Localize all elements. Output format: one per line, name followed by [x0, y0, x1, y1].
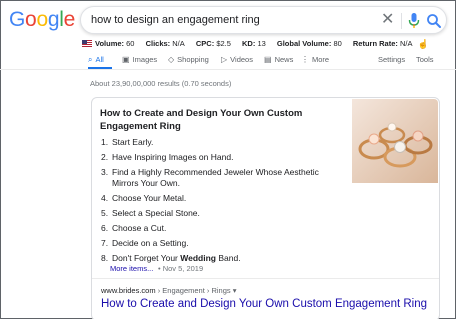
result-domain: www.brides.com: [101, 286, 156, 295]
step-text-post: Band.: [215, 253, 241, 263]
global-volume-value: 80: [333, 39, 342, 48]
step-number: 5.: [101, 208, 109, 218]
video-icon: ▷: [221, 55, 228, 64]
snippet-divider: [92, 278, 439, 279]
return-rate-value: N/A: [399, 39, 413, 48]
list-item: 2. Have Inspiring Images on Hand.: [101, 152, 341, 163]
step-number: 1.: [101, 137, 109, 147]
kd-value: 13: [257, 39, 266, 48]
cpc-label: CPC:: [195, 39, 215, 48]
more-items-link[interactable]: More items...: [110, 264, 153, 273]
cpc-value: $2.5: [216, 39, 231, 48]
pointer-hand-icon[interactable]: ☝: [418, 39, 429, 50]
step-number: 4.: [101, 193, 109, 203]
logo-letter: o: [36, 8, 48, 31]
step-number: 3.: [101, 167, 109, 177]
header-divider: [0, 69, 456, 70]
step-text: Decide on a Setting.: [112, 238, 189, 248]
tab-shopping[interactable]: ◇ Shopping: [168, 55, 209, 64]
step-number: 2.: [101, 152, 109, 162]
kd-metric: KD: 13: [242, 39, 266, 48]
engagement-rings-photo[interactable]: [352, 99, 438, 183]
snippet-date: • Nov 5, 2019: [158, 264, 204, 273]
clicks-label: Clicks:: [145, 39, 171, 48]
tab-news-label: News: [274, 55, 294, 64]
step-text-pre: Don't Forget Your: [112, 253, 181, 263]
tab-images[interactable]: ▣ Images: [122, 55, 157, 64]
snippet-steps-list: 1. Start Early. 2. Have Inspiring Images o…: [101, 137, 341, 268]
return-rate-metric: Return Rate: N/A: [353, 39, 413, 48]
step-number: 8.: [101, 253, 109, 263]
chevron-down-icon[interactable]: ▾: [233, 286, 237, 295]
return-rate-label: Return Rate:: [352, 39, 398, 48]
tab-videos-label: Videos: [230, 55, 253, 64]
step-text: Choose a Cut.: [112, 223, 167, 233]
kd-label: KD:: [242, 39, 256, 48]
clicks-value: N/A: [172, 39, 185, 48]
list-item: 4. Choose Your Metal.: [101, 193, 341, 204]
search-divider: [401, 13, 402, 29]
list-item: 3. Find a Highly Recommended Jeweler Whos…: [101, 167, 341, 189]
settings-link[interactable]: Settings: [378, 55, 405, 64]
logo-letter: e: [63, 8, 76, 31]
tab-news[interactable]: ▤ News: [264, 55, 293, 64]
step-text-bold: Wedding: [180, 253, 216, 263]
step-text: Have Inspiring Images on Hand.: [112, 152, 234, 162]
more-vert-icon: ⋮: [301, 55, 309, 64]
global-volume-metric: Global Volume: 80: [277, 39, 342, 48]
tag-icon: ◇: [168, 55, 175, 64]
clicks-metric: Clicks: N/A: [146, 39, 185, 48]
tab-all[interactable]: ⌕ All: [88, 55, 104, 65]
tab-images-label: Images: [132, 55, 158, 64]
image-icon: ▣: [122, 55, 130, 64]
result-title-link[interactable]: How to Create and Design Your Own Custom…: [101, 298, 427, 310]
logo-letter: g: [47, 8, 60, 31]
volume-value: 60: [126, 39, 135, 48]
tab-more-label: More: [312, 55, 330, 64]
list-item: 7. Decide on a Setting.: [101, 238, 341, 249]
step-text: Choose Your Metal.: [112, 193, 187, 203]
step-text: Start Early.: [112, 137, 154, 147]
logo-letter: o: [25, 8, 37, 31]
close-icon[interactable]: ✕: [381, 11, 394, 29]
snippet-title: How to Create and Design Your Own Custom…: [100, 108, 303, 132]
global-volume-label: Global Volume:: [276, 39, 332, 48]
list-item: 6. Choose a Cut.: [101, 223, 341, 234]
tab-videos[interactable]: ▷ Videos: [221, 55, 253, 64]
result-stats: About 23,90,00,000 results (0.70 seconds…: [90, 79, 232, 88]
search-box[interactable]: how to design an engagement ring ✕: [80, 6, 447, 34]
list-item: 1. Start Early.: [101, 137, 341, 148]
cpc-metric: CPC: $2.5: [196, 39, 231, 48]
list-item: 8. Don't Forget Your Wedding Band.: [101, 253, 341, 264]
step-text: Find a Highly Recommended Jeweler Whose …: [112, 167, 319, 188]
google-logo[interactable]: Google: [9, 8, 75, 32]
microphone-icon[interactable]: [407, 12, 421, 30]
result-breadcrumb[interactable]: www.brides.com › Engagement › Rings ▾: [101, 286, 237, 295]
search-input[interactable]: how to design an engagement ring: [91, 14, 260, 26]
tab-more[interactable]: ⋮ More: [301, 55, 329, 64]
list-item: 5. Select a Special Stone.: [101, 208, 341, 219]
tab-all-label: All: [95, 55, 104, 64]
step-number: 7.: [101, 238, 109, 248]
us-flag-icon: [82, 40, 92, 47]
volume-label: Volume:: [95, 39, 125, 48]
result-path: › Engagement › Rings: [155, 286, 231, 295]
magnifier-icon: ⌕: [88, 55, 93, 64]
news-icon: ▤: [264, 55, 272, 64]
keyword-metrics-bar: Volume: 60 Clicks: N/A CPC: $2.5 KD: 13 …: [82, 39, 429, 50]
step-text: Select a Special Stone.: [112, 208, 200, 218]
volume-metric: Volume: 60: [82, 39, 134, 48]
tab-shopping-label: Shopping: [177, 55, 209, 64]
search-icon[interactable]: [426, 12, 442, 30]
logo-letter: G: [9, 8, 26, 31]
tools-link[interactable]: Tools: [416, 55, 434, 64]
step-number: 6.: [101, 223, 109, 233]
